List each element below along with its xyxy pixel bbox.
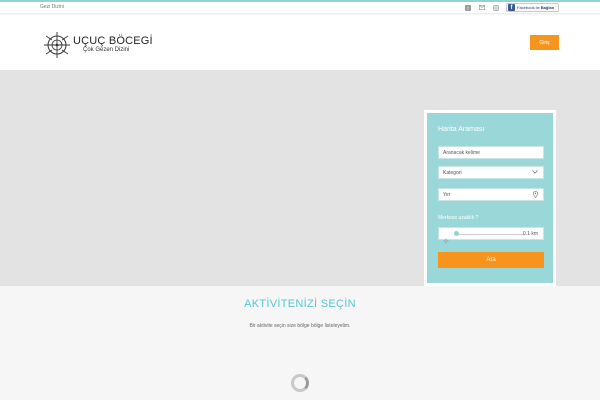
slider-handle[interactable] (454, 231, 459, 236)
radius-label: Merkeze uzaklık ? (438, 215, 479, 221)
dragonfly-logo-icon (44, 32, 70, 58)
geolocate-icon[interactable] (442, 231, 450, 249)
loading-spinner-icon (291, 374, 309, 392)
section-subtitle: Bir aktivite seçin size bölge bölge list… (249, 323, 351, 329)
chevron-down-icon (532, 170, 538, 176)
category-select[interactable]: Kategori (438, 166, 544, 179)
facebook-connect-button[interactable]: f Facebook ile Bağlan (506, 3, 559, 12)
instagram-icon[interactable] (491, 3, 500, 12)
mail-icon[interactable] (477, 3, 486, 12)
search-button[interactable]: Ara (438, 252, 544, 268)
map-pin-icon (533, 191, 538, 200)
radius-slider[interactable]: 0.1 km (438, 227, 544, 245)
category-select-value: Kategori (443, 169, 462, 176)
section-title: AKTİVİTENİZİ SEÇİN (244, 298, 356, 310)
search-panel-title: Harita Araması (438, 126, 485, 133)
map-search-panel: Harita Araması Kategori Yer Merkeze uzak… (424, 110, 556, 286)
location-input[interactable]: Yer (438, 188, 544, 201)
site-logo[interactable]: UÇUÇ BÖCEGİ Çok Gezen Dizini (42, 30, 162, 60)
gezi-dizini-link[interactable]: Gezi Dizini (40, 4, 64, 10)
facebook-connect-label: Facebook ile Bağlan (517, 5, 555, 10)
radius-value: 0.1 km (522, 231, 538, 237)
top-bar: Gezi Dizini f f Facebook ile Bağlan (0, 2, 600, 14)
keyword-input[interactable] (438, 146, 544, 159)
site-header: UÇUÇ BÖCEGİ Çok Gezen Dizini Giriş (0, 15, 600, 71)
facebook-icon[interactable]: f (463, 3, 472, 12)
logo-tagline: Çok Gezen Dizini (83, 47, 130, 53)
location-input-value: Yer (443, 191, 451, 198)
facebook-logo-icon: f (508, 4, 515, 11)
login-button[interactable]: Giriş (530, 35, 559, 50)
slider-track[interactable] (455, 234, 525, 235)
logo-name: UÇUÇ BÖCEGİ (73, 35, 153, 47)
